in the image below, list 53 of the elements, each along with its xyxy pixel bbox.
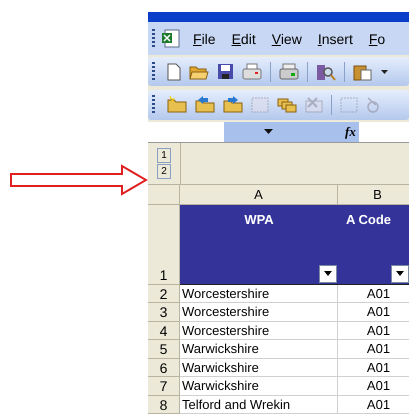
- outline-level-button[interactable]: 2: [157, 164, 171, 179]
- table-cell: Telford and Wrekin: [180, 396, 338, 414]
- menu-item[interactable]: Insert: [312, 30, 361, 47]
- new-folder-icon[interactable]: [167, 96, 187, 114]
- row-header[interactable]: 2: [148, 284, 180, 304]
- column-header[interactable]: B: [338, 184, 409, 205]
- printer-icon[interactable]: [279, 63, 299, 80]
- table-cell: A01: [338, 358, 409, 378]
- column-header[interactable]: A: [180, 184, 338, 205]
- row-header[interactable]: 1: [148, 204, 180, 285]
- table-cell: Worcestershire: [180, 322, 338, 340]
- caret-icon: [324, 271, 332, 276]
- table-header-cell: WPA: [244, 212, 274, 227]
- menu-item[interactable]: View: [266, 30, 310, 47]
- table-cell: A01: [338, 284, 409, 304]
- table-cell: Worcestershire: [180, 284, 338, 304]
- table-cell: A01: [338, 303, 409, 322]
- table-cell: A01: [338, 396, 409, 414]
- dropdown-arrow-icon[interactable]: [264, 129, 273, 134]
- function-label[interactable]: fx: [345, 124, 359, 140]
- table-cell: Worcestershire: [180, 303, 338, 322]
- table-header-cell: A Code: [346, 212, 392, 227]
- folder-left-arrow-icon[interactable]: [195, 96, 215, 114]
- new-document-icon[interactable]: [167, 62, 181, 81]
- table-cell: Warwickshire: [180, 340, 338, 359]
- clipboard-icon[interactable]: [353, 62, 373, 81]
- outline-level-button[interactable]: 1: [157, 148, 171, 163]
- table-cell: A01: [338, 340, 409, 359]
- printer-icon[interactable]: [242, 63, 262, 80]
- table-cell: A01: [338, 322, 409, 340]
- folder-icon[interactable]: [189, 64, 209, 80]
- table-cell: Warwickshire: [180, 358, 338, 378]
- folder-right-arrow-icon[interactable]: [223, 96, 243, 114]
- magnifier-book-icon[interactable]: [316, 62, 336, 81]
- row-header[interactable]: 5: [148, 340, 180, 359]
- menu-item[interactable]: Fo: [362, 30, 394, 47]
- folders-icon[interactable]: [277, 96, 297, 113]
- row-header[interactable]: 4: [148, 322, 180, 340]
- spreadsheet-icon: [161, 28, 181, 49]
- row-header[interactable]: 6: [148, 358, 180, 378]
- menu-item[interactable]: File: [187, 30, 224, 47]
- row-header[interactable]: 8: [148, 396, 180, 414]
- formula-input[interactable]: [359, 122, 409, 142]
- table-cell: Warwickshire: [180, 377, 338, 396]
- arrow-icon: [10, 164, 148, 196]
- menu-item[interactable]: Edit: [226, 30, 264, 47]
- filter-dropdown-button[interactable]: [391, 264, 409, 283]
- filter-dropdown-button[interactable]: [319, 264, 337, 283]
- dropdown-arrow-icon[interactable]: [381, 70, 388, 74]
- table-cell: A01: [338, 377, 409, 396]
- row-header[interactable]: 3: [148, 303, 180, 322]
- caret-icon: [396, 271, 404, 276]
- row-header[interactable]: 7: [148, 377, 180, 396]
